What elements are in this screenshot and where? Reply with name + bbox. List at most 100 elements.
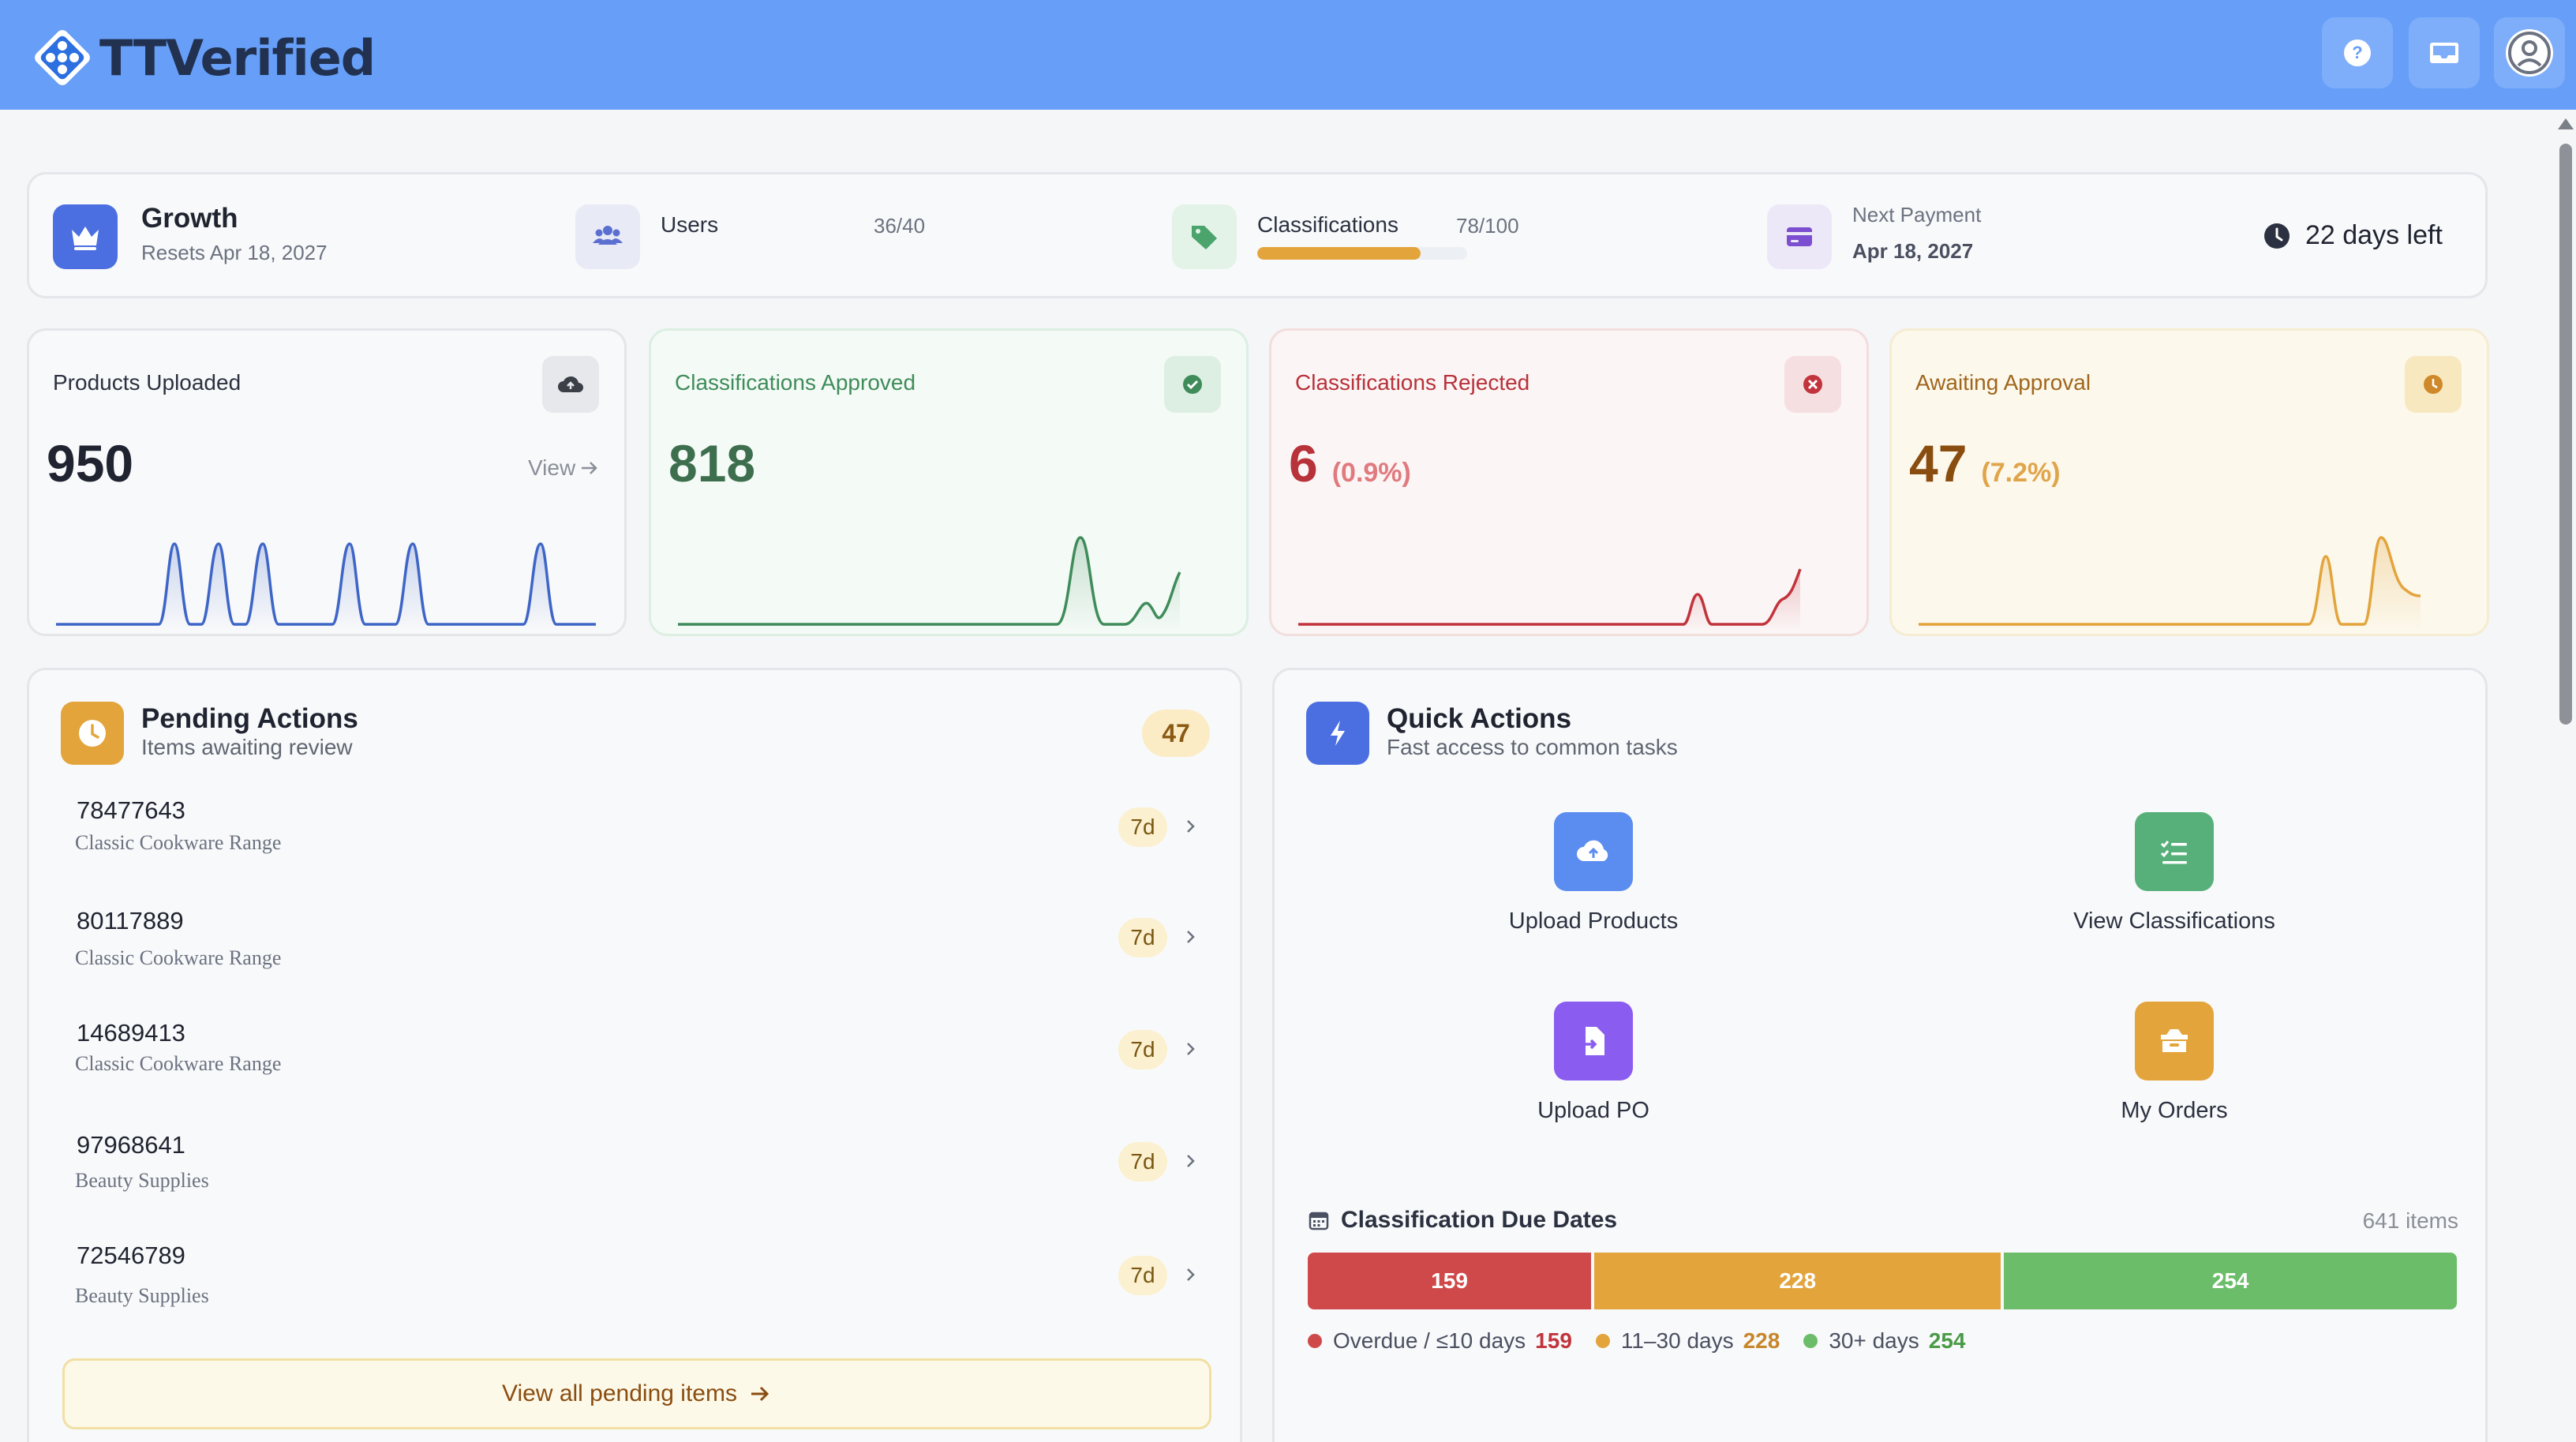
cloud-upload-icon: [1554, 812, 1633, 891]
item-description: Classic Cookware Range: [75, 946, 282, 969]
days-left: 22 days left: [2263, 220, 2443, 251]
logo-icon: [28, 24, 96, 92]
action-label: Upload Products: [1508, 908, 1679, 934]
arrow-right-icon: [582, 462, 597, 474]
stat-card-products-uploaded[interactable]: Products Uploaded 950 View: [27, 328, 627, 636]
stat-title: Awaiting Approval: [1915, 370, 2091, 395]
cloud-upload-icon: [542, 356, 599, 413]
quick-actions-panel: Quick Actions Fast access to common task…: [1272, 668, 2488, 1442]
stat-percent: (7.2%): [1981, 458, 2061, 488]
pending-list-item[interactable]: 97968641 Beauty Supplies 7d: [29, 1131, 1245, 1226]
stat-value: 950: [47, 433, 133, 493]
days-left-text: 22 days left: [2305, 220, 2443, 250]
chevron-right-icon: [1187, 1043, 1195, 1055]
stat-card-classifications-approved[interactable]: Classifications Approved 818: [649, 328, 1249, 636]
view-all-pending-button[interactable]: View all pending items: [62, 1358, 1211, 1429]
due-dates-title-text: Classification Due Dates: [1341, 1207, 1618, 1233]
age-badge: 7d: [1118, 1256, 1167, 1295]
due-segment-11-30-days[interactable]: 228: [1594, 1253, 2001, 1309]
classifications-progress-bar: [1257, 247, 1467, 260]
due-segment-30-plus-days[interactable]: 254: [2004, 1253, 2457, 1309]
my-orders-action[interactable]: My Orders: [2009, 1002, 2340, 1159]
user-menu-button[interactable]: [2494, 17, 2565, 88]
section-subtitle: Items awaiting review: [141, 735, 353, 759]
sparkline-chart: [678, 536, 1181, 631]
due-segment-overdue[interactable]: 159: [1308, 1253, 1592, 1309]
inbox-button[interactable]: [2409, 17, 2480, 88]
legend-item-11-30-days: 11–30 days 228: [1595, 1328, 1780, 1354]
upload-products-action[interactable]: Upload Products: [1428, 812, 1759, 970]
pending-list-item[interactable]: 14689413 Classic Cookware Range 7d: [29, 1019, 1245, 1114]
box-icon: [2135, 1002, 2214, 1081]
item-id: 14689413: [77, 1019, 185, 1047]
app-logo[interactable]: TTVerified: [28, 24, 376, 92]
age-badge: 7d: [1118, 918, 1167, 957]
legend-label: Overdue / ≤10 days: [1333, 1328, 1526, 1353]
upload-po-action[interactable]: Upload PO: [1428, 1002, 1759, 1159]
item-description: Beauty Supplies: [75, 1284, 209, 1307]
pending-actions-panel: Pending Actions Items awaiting review 47…: [27, 668, 1242, 1442]
chevron-right-icon: [1187, 1155, 1195, 1167]
calendar-icon: [1309, 1212, 1329, 1230]
section-subtitle: Fast access to common tasks: [1387, 735, 1678, 759]
due-dates-legend: Overdue / ≤10 days 159 11–30 days 228 30…: [1308, 1328, 1989, 1354]
app-name: TTVerified: [99, 28, 376, 87]
sparkline-chart: [1919, 536, 2421, 631]
lightning-icon: [1306, 702, 1369, 765]
check-circle-icon: [1164, 356, 1221, 413]
legend-dot: [1308, 1334, 1322, 1348]
item-description: Classic Cookware Range: [75, 831, 282, 854]
legend-dot: [1595, 1334, 1610, 1348]
item-description: Beauty Supplies: [75, 1169, 209, 1192]
scrollbar-thumb[interactable]: [2559, 144, 2572, 725]
top-navbar: TTVerified ?: [0, 0, 2576, 110]
stat-card-awaiting-approval[interactable]: Awaiting Approval 47 (7.2%): [1889, 328, 2489, 636]
age-badge: 7d: [1118, 1030, 1167, 1069]
scroll-up-arrow-icon[interactable]: [2558, 118, 2574, 129]
item-id: 72546789: [77, 1242, 185, 1269]
age-badge: 7d: [1118, 807, 1167, 847]
x-circle-icon: [1784, 356, 1841, 413]
crown-icon: [53, 204, 118, 269]
section-title: Quick Actions: [1387, 703, 1572, 734]
next-payment-date: Apr 18, 2027: [1852, 239, 1974, 263]
stat-value: 47 (7.2%): [1909, 433, 2061, 493]
classifications-label: Classifications: [1257, 212, 1398, 237]
stat-number: 47: [1909, 434, 1968, 493]
legend-value: 159: [1535, 1328, 1572, 1353]
stat-title: Classifications Rejected: [1295, 370, 1530, 395]
legend-item-30-plus-days: 30+ days 254: [1803, 1328, 1965, 1354]
chevron-right-icon: [1187, 820, 1195, 833]
credit-card-icon: [1767, 204, 1832, 269]
stat-number: 6: [1289, 434, 1318, 493]
chevron-right-icon: [1187, 931, 1195, 943]
legend-value: 228: [1743, 1328, 1780, 1353]
legend-label: 11–30 days: [1620, 1328, 1734, 1353]
user-avatar-icon: [2506, 29, 2553, 77]
classifications-progress-fill: [1257, 247, 1421, 260]
svg-text:?: ?: [2352, 43, 2362, 62]
checklist-icon: [2135, 812, 2214, 891]
view-products-link[interactable]: View: [528, 455, 601, 481]
pending-list-item[interactable]: 80117889 Classic Cookware Range 7d: [29, 907, 1245, 1002]
plan-name: Growth: [141, 203, 238, 234]
item-description: Classic Cookware Range: [75, 1052, 282, 1075]
view-classifications-action[interactable]: View Classifications: [2009, 812, 2340, 970]
age-badge: 7d: [1118, 1142, 1167, 1182]
view-all-label: View all pending items: [502, 1380, 737, 1406]
stat-value: 6 (0.9%): [1289, 433, 1411, 493]
pending-list-item[interactable]: 72546789 Beauty Supplies 7d: [29, 1242, 1245, 1336]
help-icon: ?: [2344, 39, 2371, 66]
chevron-right-icon: [1187, 1268, 1195, 1281]
item-id: 80117889: [77, 907, 184, 934]
action-label: My Orders: [2121, 1098, 2228, 1123]
item-id: 97968641: [77, 1131, 185, 1159]
pending-list-item[interactable]: 78477643 Classic Cookware Range 7d: [29, 796, 1245, 891]
file-import-icon: [1554, 1002, 1633, 1081]
stat-card-classifications-rejected[interactable]: Classifications Rejected 6 (0.9%): [1269, 328, 1869, 636]
section-title: Pending Actions: [141, 703, 358, 734]
clock-icon: [2405, 356, 2462, 413]
classifications-count: 78/100: [1456, 214, 1519, 238]
help-button[interactable]: ?: [2322, 17, 2393, 88]
stat-title: Products Uploaded: [53, 370, 242, 395]
